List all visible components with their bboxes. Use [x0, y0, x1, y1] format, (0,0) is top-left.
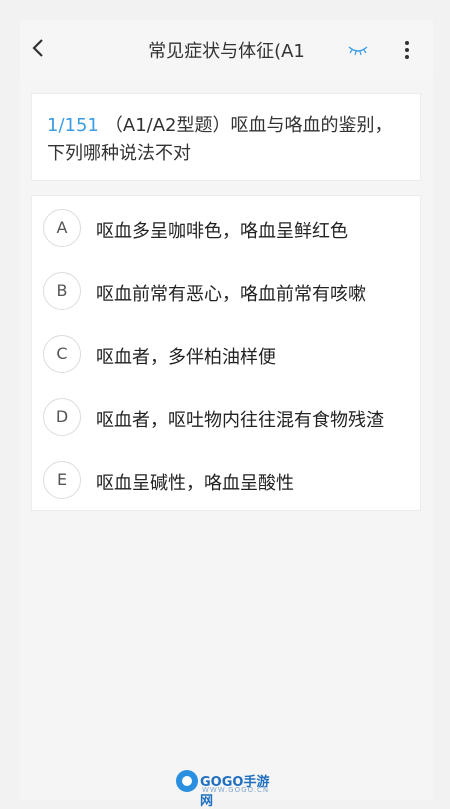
options-list: A 呕血多呈咖啡色，咯血呈鲜红色 B 呕血前常有恶心，咯血前常有咳嗽 C 呕血者…: [31, 195, 421, 511]
option-c[interactable]: C 呕血者，多伴柏油样便: [32, 327, 422, 383]
option-text: 呕血前常有恶心，咯血前常有咳嗽: [96, 284, 366, 305]
option-letter: C: [43, 335, 81, 373]
top-bar: 常见症状与体征(A1: [20, 20, 433, 78]
option-text: 呕血者，呕吐物内往往混有食物残渣: [96, 410, 384, 431]
eye-closed-icon: [348, 46, 368, 56]
question-card: 1/151 （A1/A2型题）呕血与咯血的鉴别，下列哪种说法不对: [31, 93, 421, 181]
option-letter: A: [43, 209, 81, 247]
option-text: 呕血者，多伴柏油样便: [96, 347, 276, 368]
option-letter: E: [43, 461, 81, 499]
gogo-logo-icon: [176, 770, 198, 792]
back-button[interactable]: [28, 37, 50, 59]
eye-toggle-button[interactable]: [347, 42, 369, 56]
option-d[interactable]: D 呕血者，呕吐物内往往混有食物残渣: [32, 390, 422, 446]
option-e[interactable]: E 呕血呈碱性，咯血呈酸性: [32, 453, 422, 509]
more-button[interactable]: [400, 40, 414, 60]
option-text: 呕血多呈咖啡色，咯血呈鲜红色: [96, 221, 348, 242]
more-vertical-icon: [405, 41, 409, 59]
option-letter: D: [43, 398, 81, 436]
question-number: 1/151: [47, 115, 99, 136]
option-text: 呕血呈碱性，咯血呈酸性: [96, 473, 294, 494]
chevron-left-icon: [32, 39, 43, 57]
watermark-url: WWW.GOGO.CN: [202, 786, 270, 794]
option-b[interactable]: B 呕血前常有恶心，咯血前常有咳嗽: [32, 264, 422, 320]
watermark-logo: GOGO手游网 WWW.GOGO.CN: [176, 768, 276, 809]
page-title: 常见症状与体征(A1: [148, 41, 305, 62]
option-a[interactable]: A 呕血多呈咖啡色，咯血呈鲜红色: [32, 201, 422, 257]
app-screen: 常见症状与体征(A1 1/151 （A1/A2型题）呕血与咯血的鉴别，下列哪种说法…: [20, 20, 433, 800]
option-letter: B: [43, 272, 81, 310]
